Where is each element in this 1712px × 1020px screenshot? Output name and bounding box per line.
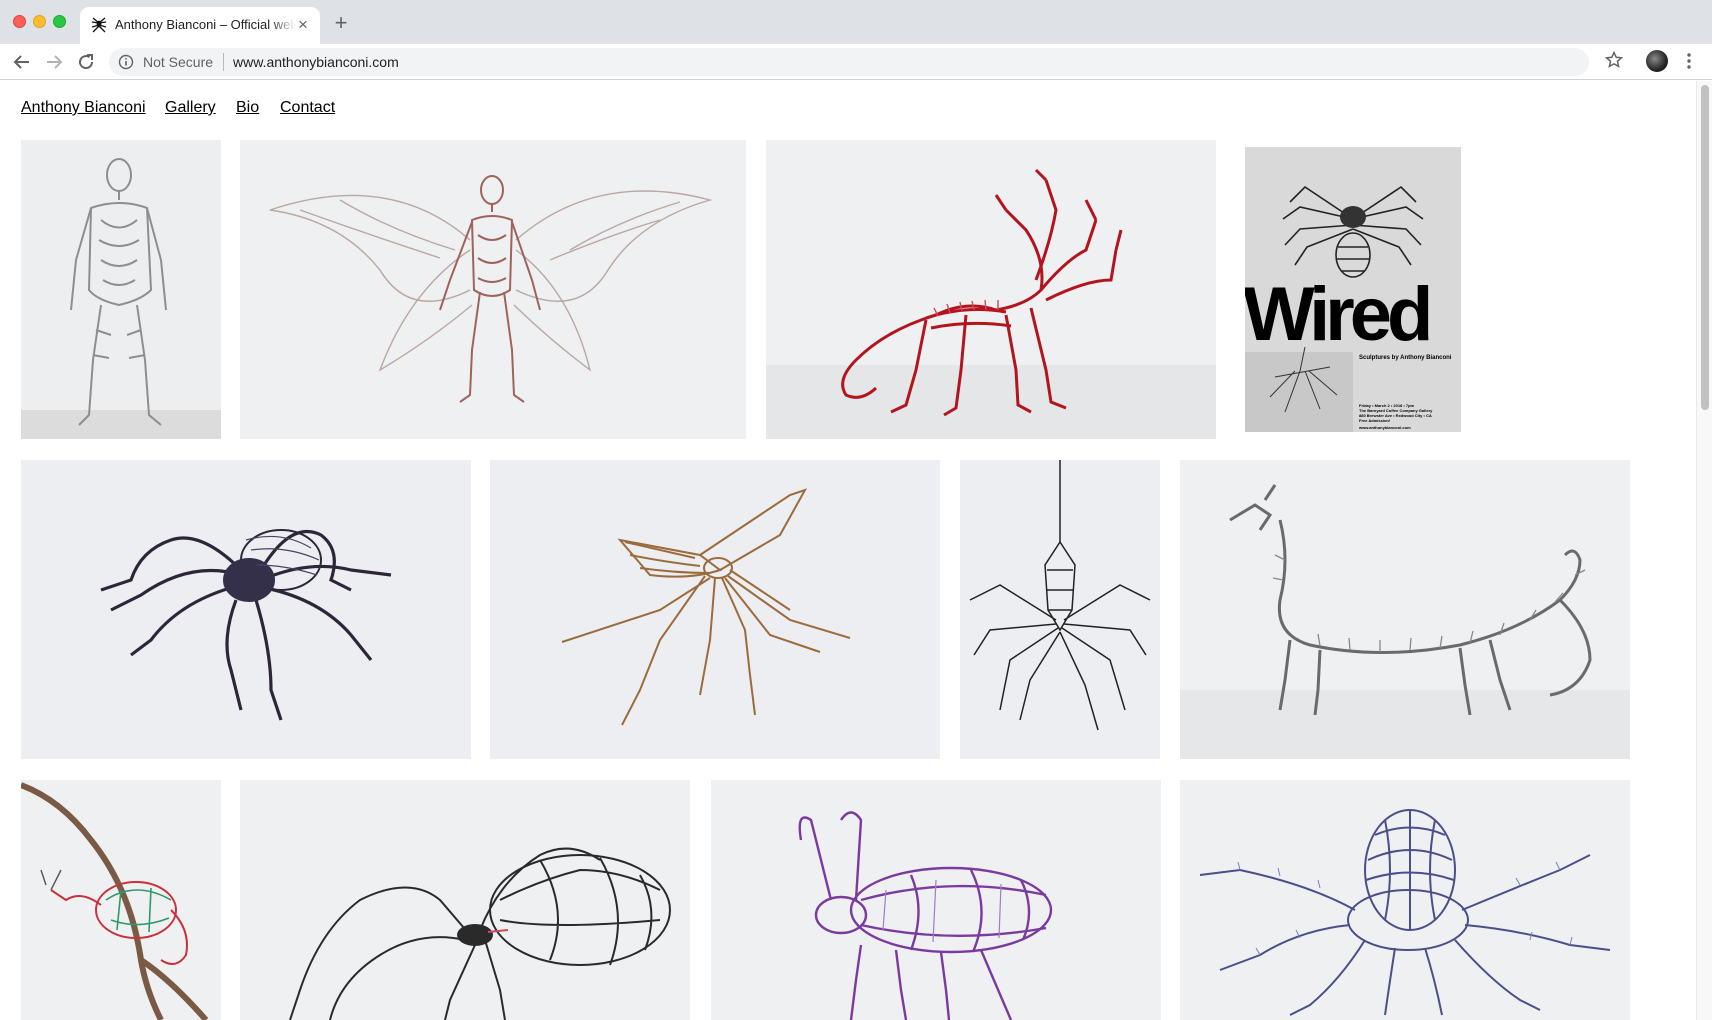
divider — [223, 53, 224, 71]
gallery-item-copper-mosquito[interactable] — [490, 460, 940, 759]
gallery-item-daddy-longlegs[interactable] — [960, 460, 1160, 759]
gallery-item-winged-figure[interactable] — [240, 140, 746, 439]
back-arrow-icon[interactable] — [10, 50, 34, 74]
window-maximize-button[interactable] — [53, 15, 66, 28]
wire-chameleon-image — [21, 780, 221, 1020]
wire-black-spider-image — [240, 780, 690, 1020]
poster-detail-line: Free Admission! — [1359, 418, 1391, 423]
poster-title: Wired — [1245, 272, 1433, 357]
poster-url: www.anthonybianconi.com — [1359, 425, 1411, 430]
nav-link-gallery[interactable]: Gallery — [165, 99, 216, 117]
new-tab-button[interactable]: + — [330, 12, 352, 34]
spider-favicon-icon — [91, 17, 107, 33]
page-scrollbar[interactable] — [1696, 81, 1712, 1020]
more-menu-icon[interactable] — [1681, 51, 1697, 71]
address-bar[interactable]: Not Secure www.anthonybianconi.com — [109, 48, 1589, 76]
window-close-button[interactable] — [13, 15, 26, 28]
tab-close-icon[interactable]: × — [294, 16, 312, 34]
window-minimize-button[interactable] — [33, 15, 46, 28]
browser-tab[interactable]: Anthony Bianconi – Official website × — [80, 7, 320, 44]
reload-icon[interactable] — [74, 50, 98, 74]
gallery-item-purple-beetle[interactable] — [711, 780, 1161, 1020]
gallery-item-blue-octopus[interactable] — [1180, 780, 1630, 1020]
gallery-item-wired-poster[interactable]: Wired Sculptures by Anthony Bianconi Fri… — [1245, 147, 1461, 432]
wire-red-dragon-image — [766, 140, 1216, 439]
wire-purple-beetle-image — [711, 780, 1161, 1020]
security-status: Not Secure — [143, 54, 214, 70]
tab-title: Anthony Bianconi – Official website — [115, 17, 295, 35]
nav-link-bio[interactable]: Bio — [236, 99, 259, 117]
wire-daddy-longlegs-image — [960, 460, 1160, 759]
browser-toolbar: Not Secure www.anthonybianconi.com — [0, 44, 1712, 80]
browser-tab-bar: Anthony Bianconi – Official website × + — [0, 0, 1712, 44]
gallery-item-dark-spider[interactable] — [21, 460, 471, 759]
gallery-item-red-dragon[interactable] — [766, 140, 1216, 439]
wire-serpent-dragon-image — [1180, 460, 1630, 759]
wire-copper-mosquito-image — [490, 460, 940, 759]
gallery-item-black-spider[interactable] — [240, 780, 690, 1020]
bookmark-star-icon[interactable] — [1604, 50, 1624, 70]
url-text[interactable]: www.anthonybianconi.com — [233, 54, 399, 70]
web-page: Anthony Bianconi Gallery Bio Contact Wir… — [0, 81, 1696, 1020]
wire-figure-image — [21, 140, 221, 439]
wire-winged-figure-image — [240, 140, 746, 439]
profile-avatar[interactable] — [1646, 50, 1668, 72]
info-icon[interactable] — [118, 54, 134, 70]
nav-link-contact[interactable]: Contact — [280, 99, 335, 117]
scrollbar-thumb[interactable] — [1701, 85, 1709, 410]
gallery-item-chameleon[interactable] — [21, 780, 221, 1020]
nav-link-home[interactable]: Anthony Bianconi — [21, 99, 146, 117]
wire-blue-octopus-image — [1180, 780, 1630, 1020]
gallery-item-human-figure[interactable] — [21, 140, 221, 439]
forward-arrow-icon[interactable] — [42, 50, 66, 74]
poster-subtitle: Sculptures by Anthony Bianconi — [1359, 355, 1452, 361]
poster-details: Friday • March 2 • 2018 • 7pm The Barnya… — [1359, 403, 1461, 430]
wire-dark-spider-image — [21, 460, 471, 759]
gallery-item-serpent-dragon[interactable] — [1180, 460, 1630, 759]
